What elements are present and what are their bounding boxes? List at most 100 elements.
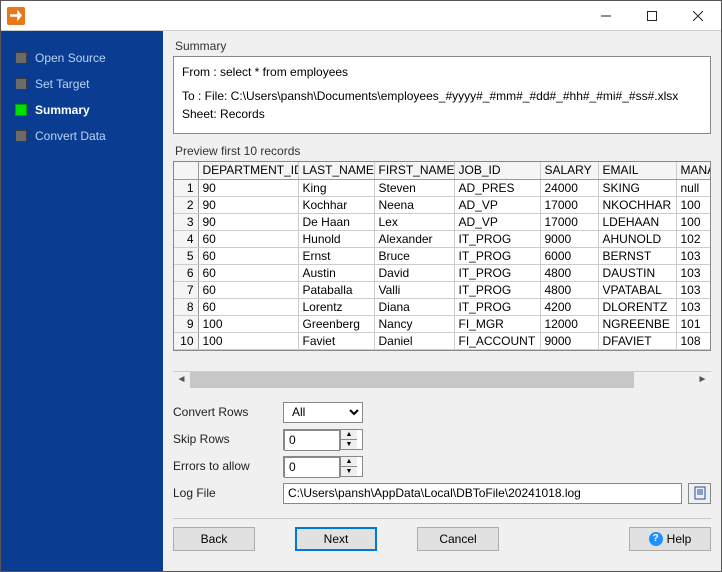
table-cell[interactable]: Lex [374, 213, 454, 230]
browse-log-button[interactable] [688, 483, 711, 504]
table-cell[interactable]: IT_PROG [454, 264, 540, 281]
table-cell[interactable]: Pataballa [298, 281, 374, 298]
table-cell[interactable]: 60 [198, 247, 298, 264]
column-header[interactable]: EMAIL [598, 162, 676, 179]
table-cell[interactable]: Daniel [374, 332, 454, 349]
column-header[interactable]: LAST_NAME [298, 162, 374, 179]
column-header[interactable]: JOB_ID [454, 162, 540, 179]
table-cell[interactable]: AD_VP [454, 213, 540, 230]
column-header[interactable]: FIRST_NAME [374, 162, 454, 179]
table-row[interactable]: 190KingStevenAD_PRES24000SKINGnull [174, 179, 711, 196]
table-cell[interactable]: 24000 [540, 179, 598, 196]
table-cell[interactable]: LDEHAAN [598, 213, 676, 230]
table-cell[interactable]: 103 [676, 264, 711, 281]
table-cell[interactable]: 100 [198, 332, 298, 349]
table-row[interactable]: 660AustinDavidIT_PROG4800DAUSTIN103 [174, 264, 711, 281]
table-cell[interactable]: 90 [198, 213, 298, 230]
table-cell[interactable]: AD_VP [454, 196, 540, 213]
errors-allow-input[interactable] [284, 457, 340, 478]
table-cell[interactable]: De Haan [298, 213, 374, 230]
table-cell[interactable]: King [298, 179, 374, 196]
skip-rows-stepper[interactable]: ▲ ▼ [283, 429, 363, 450]
table-cell[interactable]: 100 [198, 315, 298, 332]
table-cell[interactable]: 17000 [540, 196, 598, 213]
table-cell[interactable]: 9000 [540, 230, 598, 247]
sidebar-item-set-target[interactable]: Set Target [1, 71, 163, 97]
table-cell[interactable]: IT_PROG [454, 247, 540, 264]
table-cell[interactable]: NGREENBE [598, 315, 676, 332]
help-button[interactable]: ? Help [629, 527, 711, 551]
table-cell[interactable]: SKING [598, 179, 676, 196]
table-cell[interactable]: 90 [198, 196, 298, 213]
table-cell[interactable]: AD_PRES [454, 179, 540, 196]
table-row[interactable]: 460HunoldAlexanderIT_PROG9000AHUNOLD102 [174, 230, 711, 247]
table-cell[interactable]: Steven [374, 179, 454, 196]
table-row[interactable]: 860LorentzDianaIT_PROG4200DLORENTZ103 [174, 298, 711, 315]
scroll-thumb[interactable] [190, 372, 634, 388]
table-cell[interactable]: Lorentz [298, 298, 374, 315]
table-cell[interactable]: 9000 [540, 332, 598, 349]
maximize-button[interactable] [629, 1, 675, 31]
table-cell[interactable]: 60 [198, 298, 298, 315]
table-cell[interactable]: Diana [374, 298, 454, 315]
table-cell[interactable]: 4800 [540, 264, 598, 281]
sidebar-item-summary[interactable]: Summary [1, 97, 163, 123]
table-cell[interactable]: 60 [198, 264, 298, 281]
table-cell[interactable]: FI_MGR [454, 315, 540, 332]
table-cell[interactable]: 60 [198, 281, 298, 298]
table-row[interactable]: 390De HaanLexAD_VP17000LDEHAAN100 [174, 213, 711, 230]
table-cell[interactable]: VPATABAL [598, 281, 676, 298]
table-cell[interactable]: 100 [676, 213, 711, 230]
back-button[interactable]: Back [173, 527, 255, 551]
convert-rows-select[interactable]: All [283, 402, 363, 423]
column-header[interactable]: MANAG [676, 162, 711, 179]
table-cell[interactable]: AHUNOLD [598, 230, 676, 247]
minimize-button[interactable] [583, 1, 629, 31]
table-cell[interactable]: David [374, 264, 454, 281]
table-cell[interactable]: BERNST [598, 247, 676, 264]
table-cell[interactable]: IT_PROG [454, 281, 540, 298]
table-cell[interactable]: Neena [374, 196, 454, 213]
column-header[interactable]: SALARY [540, 162, 598, 179]
table-cell[interactable]: Kochhar [298, 196, 374, 213]
table-row[interactable]: 290KochharNeenaAD_VP17000NKOCHHAR100 [174, 196, 711, 213]
scroll-left-icon[interactable]: ◄ [173, 371, 190, 388]
table-cell[interactable]: 102 [676, 230, 711, 247]
skip-rows-input[interactable] [284, 430, 340, 451]
table-cell[interactable]: NKOCHHAR [598, 196, 676, 213]
table-cell[interactable]: Ernst [298, 247, 374, 264]
table-cell[interactable]: FI_ACCOUNT [454, 332, 540, 349]
scroll-right-icon[interactable]: ► [694, 371, 711, 388]
next-button[interactable]: Next [295, 527, 377, 551]
table-cell[interactable]: Nancy [374, 315, 454, 332]
table-cell[interactable]: 4800 [540, 281, 598, 298]
errors-up-icon[interactable]: ▲ [341, 457, 357, 467]
table-row[interactable]: 9100GreenbergNancyFI_MGR12000NGREENBE101 [174, 315, 711, 332]
errors-allow-stepper[interactable]: ▲ ▼ [283, 456, 363, 477]
table-cell[interactable]: Austin [298, 264, 374, 281]
table-row[interactable]: 760PataballaValliIT_PROG4800VPATABAL103 [174, 281, 711, 298]
table-row[interactable]: 560ErnstBruceIT_PROG6000BERNST103 [174, 247, 711, 264]
table-cell[interactable]: 103 [676, 298, 711, 315]
table-cell[interactable]: Bruce [374, 247, 454, 264]
table-cell[interactable]: 103 [676, 247, 711, 264]
table-row[interactable]: 10100FavietDanielFI_ACCOUNT9000DFAVIET10… [174, 332, 711, 349]
table-cell[interactable]: Valli [374, 281, 454, 298]
table-cell[interactable]: DAUSTIN [598, 264, 676, 281]
table-cell[interactable]: 100 [676, 196, 711, 213]
table-cell[interactable]: 17000 [540, 213, 598, 230]
table-cell[interactable]: IT_PROG [454, 298, 540, 315]
skip-rows-up-icon[interactable]: ▲ [341, 430, 357, 440]
table-cell[interactable]: 4200 [540, 298, 598, 315]
table-cell[interactable]: Greenberg [298, 315, 374, 332]
close-button[interactable] [675, 1, 721, 31]
table-cell[interactable]: 6000 [540, 247, 598, 264]
table-cell[interactable]: 101 [676, 315, 711, 332]
errors-down-icon[interactable]: ▼ [341, 467, 357, 476]
table-cell[interactable]: DLORENTZ [598, 298, 676, 315]
log-file-input[interactable] [283, 483, 682, 504]
column-header[interactable]: DEPARTMENT_ID [198, 162, 298, 179]
sidebar-item-convert-data[interactable]: Convert Data [1, 123, 163, 149]
table-cell[interactable]: Faviet [298, 332, 374, 349]
table-cell[interactable]: 60 [198, 230, 298, 247]
